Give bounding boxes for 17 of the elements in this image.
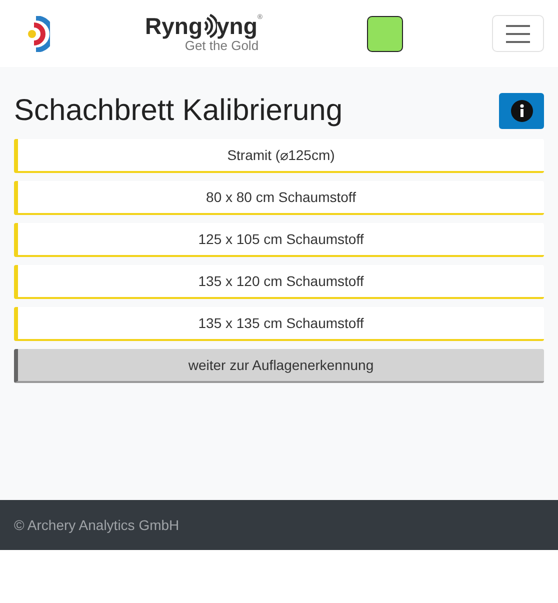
logo-tagline: Get the Gold [184,38,259,53]
target-option-button[interactable]: 125 x 105 cm Schaumstoff [14,223,544,257]
target-option-button[interactable]: 80 x 80 cm Schaumstoff [14,181,544,215]
next-button[interactable]: weiter zur Auflagenerkennung [14,349,544,383]
sound-waves-icon [202,14,216,38]
target-option-button[interactable]: 135 x 135 cm Schaumstoff [14,307,544,341]
menu-button[interactable] [492,15,544,52]
target-option-button[interactable]: Stramit (⌀125cm) [14,139,544,173]
target-option-button[interactable]: 135 x 120 cm Schaumstoff [14,265,544,299]
logo-text: Ryng [145,14,202,38]
page-title: Schachbrett Kalibrierung [14,94,343,128]
menu-icon [506,24,530,44]
target-logo-icon [26,16,50,52]
info-button[interactable] [499,93,544,129]
logo-text: yng [216,14,258,38]
footer-text: © Archery Analytics GmbH [14,517,180,533]
info-icon [510,100,532,122]
